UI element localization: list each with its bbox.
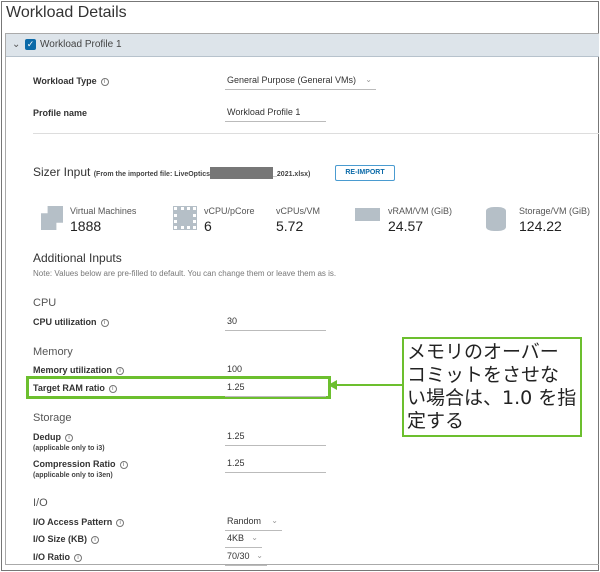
cpu-chip-icon [174, 207, 196, 229]
stat-value: 24.57 [388, 218, 423, 234]
compression-ratio-input[interactable]: 1.25 [225, 458, 326, 473]
memory-icon [355, 208, 380, 221]
profile-name-label: Profile name [33, 108, 87, 118]
additional-inputs-note: Note: Values below are pre-filled to def… [33, 269, 336, 278]
io-access-pattern-select[interactable]: Random⌄ [225, 516, 282, 531]
io-size-select[interactable]: 4KB⌄ [225, 533, 262, 548]
memory-utilization-label: Memory utilizationi [33, 365, 124, 375]
io-access-pattern-label: I/O Access Patterni [33, 517, 124, 527]
info-icon[interactable]: i [65, 434, 73, 442]
cpu-utilization-input[interactable]: 30 [225, 316, 326, 331]
io-ratio-label: I/O Ratioi [33, 552, 82, 562]
dedup-input[interactable]: 1.25 [225, 431, 326, 446]
arrow-icon [328, 379, 404, 391]
reimport-button[interactable]: RE-IMPORT [335, 165, 395, 181]
compression-ratio-label: Compression Ratioi [33, 459, 128, 469]
chevron-down-icon[interactable]: ⌄ [12, 39, 20, 50]
profile-checkbox[interactable]: ✓ [25, 39, 36, 50]
stat-value: 5.72 [276, 218, 303, 234]
storage-section-title: Storage [33, 412, 72, 424]
workload-type-label: Workload Typei [33, 76, 109, 86]
compression-note: (applicable only to i3en) [33, 472, 113, 479]
stat-label: vRAM/VM (GiB) [388, 206, 452, 216]
io-size-label: I/O Size (KB)i [33, 534, 99, 544]
annotation-callout: メモリのオーバーコミットをさせない場合は、1.0 を指定する [402, 337, 582, 437]
info-icon[interactable]: i [109, 385, 117, 393]
sizer-input-title: Sizer Input (From the imported file: Liv… [33, 165, 310, 179]
io-section-title: I/O [33, 497, 48, 509]
target-ram-ratio-label: Target RAM ratioi [33, 383, 117, 393]
info-icon[interactable]: i [101, 78, 109, 86]
stat-value: 6 [204, 218, 212, 234]
profile-name-input[interactable]: Workload Profile 1 [225, 107, 326, 122]
chevron-down-icon: ⌄ [251, 533, 258, 542]
page-title: Workload Details [6, 4, 127, 22]
dedup-label: Dedupi [33, 432, 73, 442]
stat-value: 1888 [70, 218, 101, 234]
stat-label: Virtual Machines [70, 206, 136, 216]
info-icon[interactable]: i [74, 554, 82, 562]
stat-label: Storage/VM (GiB) [519, 206, 590, 216]
info-icon[interactable]: i [91, 536, 99, 544]
stat-label: vCPU/pCore [204, 206, 255, 216]
additional-inputs-title: Additional Inputs [33, 251, 122, 265]
divider [33, 133, 599, 134]
chevron-down-icon: ⌄ [256, 551, 263, 560]
workload-type-select[interactable]: General Purpose (General VMs)⌄ [225, 75, 376, 90]
info-icon[interactable]: i [116, 519, 124, 527]
io-ratio-select[interactable]: 70/30⌄ [225, 551, 267, 566]
chevron-down-icon: ⌄ [365, 75, 372, 84]
target-ram-ratio-input[interactable]: 1.25 [225, 382, 326, 397]
database-icon [486, 207, 506, 231]
stat-label: vCPUs/VM [276, 206, 320, 216]
chevron-down-icon: ⌄ [271, 516, 278, 525]
info-icon[interactable]: i [120, 461, 128, 469]
cpu-section-title: CPU [33, 297, 56, 309]
cpu-utilization-label: CPU utilizationi [33, 317, 109, 327]
redacted-filename [210, 167, 273, 179]
dedup-note: (applicable only to i3) [33, 445, 105, 452]
stat-value: 124.22 [519, 218, 562, 234]
info-icon[interactable]: i [101, 319, 109, 327]
info-icon[interactable]: i [116, 367, 124, 375]
profile-header-title: Workload Profile 1 [40, 39, 122, 50]
memory-section-title: Memory [33, 346, 73, 358]
